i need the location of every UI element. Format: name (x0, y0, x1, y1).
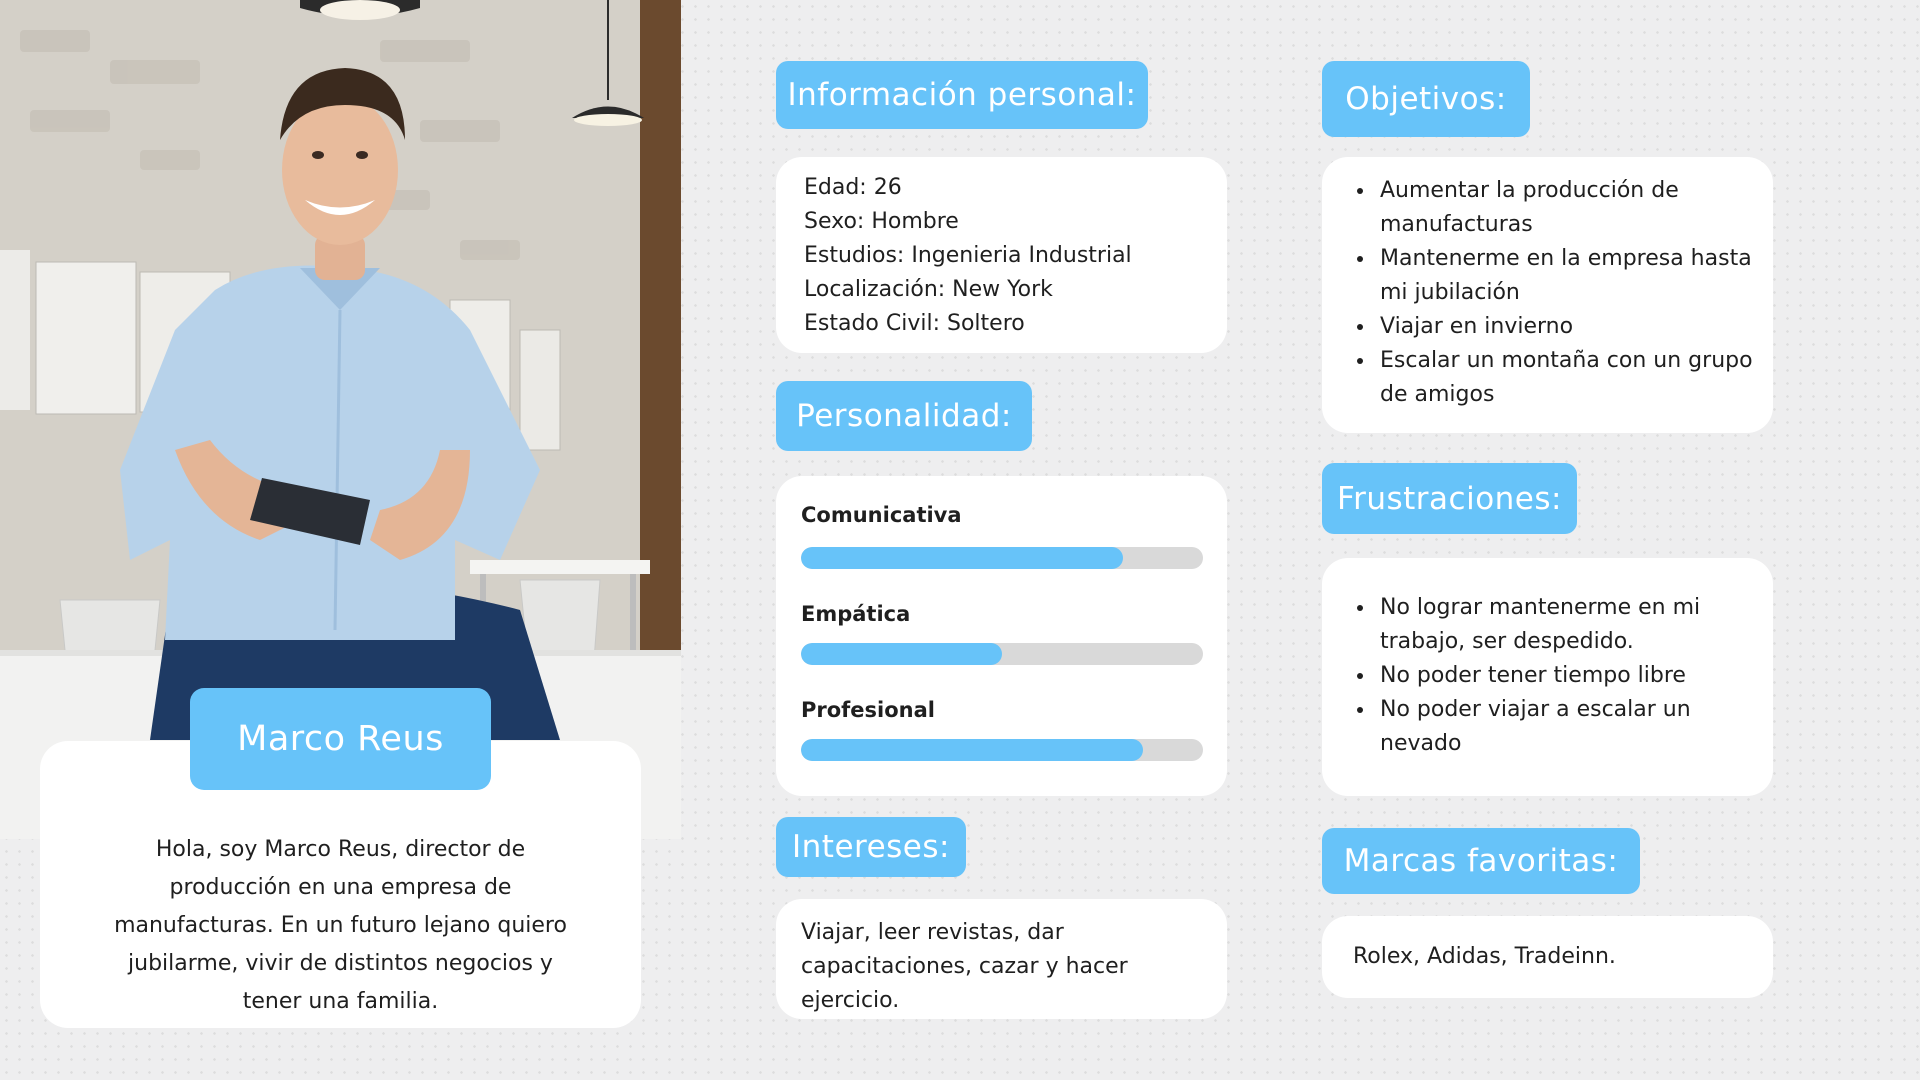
personal-line-civil-status: Estado Civil: Soltero (804, 311, 1025, 336)
brands-header: Marcas favoritas: (1322, 828, 1640, 894)
goal-item: Viajar en invierno (1376, 310, 1753, 344)
goals-header: Objetivos: (1322, 61, 1530, 137)
goals-list: Aumentar la producción de manufacturas M… (1348, 174, 1753, 412)
personal-line-sex: Sexo: Hombre (804, 209, 959, 234)
brands-title: Marcas favoritas: (1343, 843, 1619, 879)
trait-label: Comunicativa (801, 503, 962, 527)
frustrations-header: Frustraciones: (1322, 463, 1577, 534)
personality-title: Personalidad: (796, 398, 1012, 434)
interests-title: Intereses: (792, 829, 950, 865)
trait-label: Empática (801, 602, 911, 626)
name-badge: Marco Reus (190, 688, 491, 790)
personal-line-age: Edad: 26 (804, 175, 902, 200)
profile-name: Marco Reus (237, 719, 444, 759)
goals-title: Objetivos: (1345, 81, 1507, 117)
frustrations-card: No lograr mantenerme en mi trabajo, ser … (1322, 558, 1773, 796)
trait-label: Profesional (801, 698, 935, 722)
frustration-item: No lograr mantenerme en mi trabajo, ser … (1376, 591, 1753, 659)
personal-line-studies: Estudios: Ingenieria Industrial (804, 243, 1132, 268)
intro-text: Hola, soy Marco Reus, director de produc… (114, 837, 567, 1014)
brands-text: Rolex, Adidas, Tradeinn. (1353, 944, 1616, 969)
interests-line: ejercicio. (801, 988, 900, 1013)
personal-info-title: Información personal: (787, 77, 1137, 113)
interests-card: Viajar, leer revistas, dar capacitacione… (776, 899, 1227, 1019)
frustration-item: No poder viajar a escalar un nevado (1376, 693, 1753, 761)
goal-item: Escalar un montaña con un grupo de amigo… (1376, 344, 1753, 412)
trait-bar-track (801, 739, 1203, 761)
brands-card: Rolex, Adidas, Tradeinn. (1322, 916, 1773, 998)
trait-bar-track (801, 643, 1203, 665)
interests-header: Intereses: (776, 817, 966, 877)
interests-line: capacitaciones, cazar y hacer (801, 954, 1128, 979)
frustration-item: No poder tener tiempo libre (1376, 659, 1753, 693)
frustrations-title: Frustraciones: (1337, 480, 1562, 517)
personal-info-card: Edad: 26 Sexo: Hombre Estudios: Ingenier… (776, 157, 1227, 353)
personal-line-location: Localización: New York (804, 277, 1053, 302)
interests-line: Viajar, leer revistas, dar (801, 920, 1064, 945)
trait-bar-fill (801, 547, 1123, 569)
personal-info-header: Información personal: (776, 61, 1148, 129)
personality-header: Personalidad: (776, 381, 1032, 451)
goal-item: Mantenerme en la empresa hasta mi jubila… (1376, 242, 1753, 310)
goal-item: Aumentar la producción de manufacturas (1376, 174, 1753, 242)
goals-card: Aumentar la producción de manufacturas M… (1322, 157, 1773, 433)
trait-bar-track (801, 547, 1203, 569)
trait-bar-fill (801, 643, 1002, 665)
trait-bar-fill (801, 739, 1143, 761)
frustrations-list: No lograr mantenerme en mi trabajo, ser … (1348, 591, 1753, 761)
